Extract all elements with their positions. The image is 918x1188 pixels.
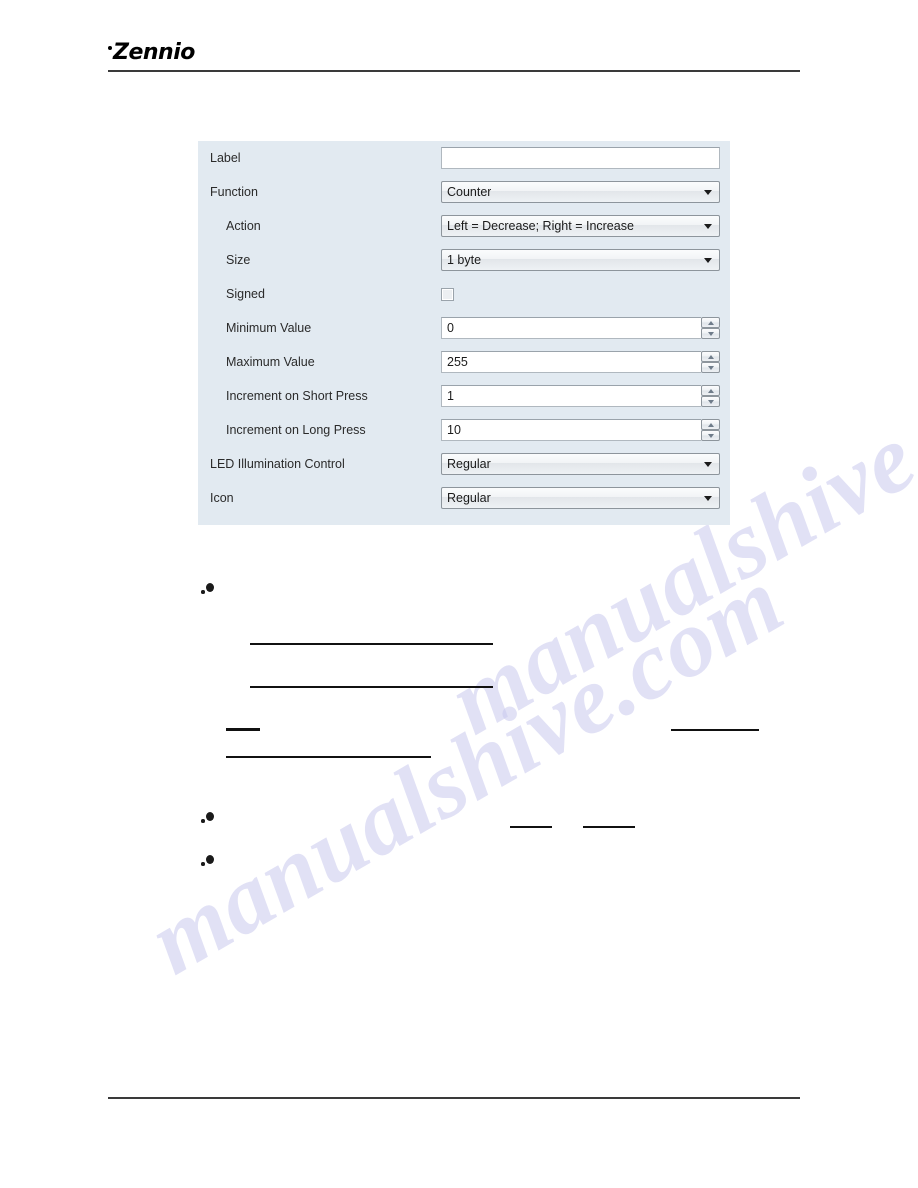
- param-row: Minimum Value: [198, 311, 730, 345]
- bullet-dot-small-icon: [201, 862, 205, 866]
- text-underline-3: [226, 728, 260, 731]
- triangle-down-icon: [707, 331, 714, 336]
- text-underline-7: [583, 826, 635, 828]
- param-label: Function: [210, 185, 258, 199]
- combo-value: 1 byte: [447, 253, 482, 267]
- param-row: LED Illumination Control Regular: [198, 447, 730, 481]
- combo-value: Regular: [447, 491, 491, 505]
- param-label: Increment on Long Press: [226, 423, 366, 437]
- param-row: Label: [198, 141, 730, 175]
- param-row: Signed: [198, 277, 730, 311]
- spinner-up-button[interactable]: [701, 351, 720, 362]
- combo-box[interactable]: 1 byte: [441, 249, 720, 271]
- triangle-up-icon: [707, 320, 714, 325]
- spinner-up-button[interactable]: [701, 419, 720, 430]
- spinner-input[interactable]: [441, 385, 701, 407]
- combo-value: Left = Decrease; Right = Increase: [447, 219, 634, 233]
- text-underline-1: [250, 643, 493, 645]
- footer-divider: [108, 1097, 800, 1099]
- page-header: Zennio: [108, 40, 800, 72]
- combo-box[interactable]: Regular: [441, 453, 720, 475]
- logo-text: Zennio: [113, 40, 195, 65]
- number-spinner[interactable]: [441, 317, 720, 339]
- chevron-down-icon: [704, 496, 712, 501]
- param-label: Label: [210, 151, 241, 165]
- header-divider: [108, 70, 800, 72]
- number-spinner[interactable]: [441, 419, 720, 441]
- param-row: Maximum Value: [198, 345, 730, 379]
- param-label: Action: [226, 219, 261, 233]
- text-underline-2: [250, 686, 493, 688]
- parameter-panel: Label Function Counter Action Left = Decreas…: [198, 141, 730, 525]
- spinner-down-button[interactable]: [701, 362, 720, 373]
- spinner-buttons: [701, 351, 720, 373]
- bullet-dot-icon: [206, 583, 214, 592]
- param-control-area: Regular: [441, 487, 726, 509]
- logo-dot-icon: [108, 46, 112, 50]
- bullet-dot-small-icon: [201, 819, 205, 823]
- param-control-area: [441, 147, 726, 169]
- signed-checkbox[interactable]: [441, 287, 454, 301]
- chevron-down-icon: [704, 462, 712, 467]
- param-label: LED Illumination Control: [210, 457, 345, 471]
- spinner-buttons: [701, 419, 720, 441]
- param-label: Size: [226, 253, 251, 267]
- combo-box[interactable]: Left = Decrease; Right = Increase: [441, 215, 720, 237]
- zennio-logo: Zennio: [108, 40, 195, 66]
- triangle-down-icon: [707, 399, 714, 404]
- label-text-input[interactable]: [441, 147, 720, 169]
- param-control-area: Left = Decrease; Right = Increase: [441, 215, 726, 237]
- param-row: Function Counter: [198, 175, 730, 209]
- triangle-up-icon: [707, 388, 714, 393]
- number-spinner[interactable]: [441, 351, 720, 373]
- spinner-input[interactable]: [441, 317, 701, 339]
- param-control-area: [441, 287, 726, 301]
- text-underline-4: [671, 729, 759, 731]
- spinner-up-button[interactable]: [701, 317, 720, 328]
- spinner-buttons: [701, 385, 720, 407]
- param-label: Increment on Short Press: [226, 389, 368, 403]
- chevron-down-icon: [704, 258, 712, 263]
- param-control-area: 1 byte: [441, 249, 726, 271]
- combo-box[interactable]: Counter: [441, 181, 720, 203]
- bullet-dot-small-icon: [201, 590, 205, 594]
- param-control-area: [441, 317, 726, 339]
- combo-box[interactable]: Regular: [441, 487, 720, 509]
- triangle-down-icon: [707, 433, 714, 438]
- combo-value: Counter: [447, 185, 492, 199]
- spinner-input[interactable]: [441, 351, 701, 373]
- param-label: Signed: [226, 287, 265, 301]
- param-row: Icon Regular: [198, 481, 730, 515]
- param-row: Action Left = Decrease; Right = Increase: [198, 209, 730, 243]
- param-label: Icon: [210, 491, 234, 505]
- chevron-down-icon: [704, 190, 712, 195]
- param-control-area: [441, 385, 726, 407]
- bullet-dot-icon: [206, 855, 214, 864]
- spinner-down-button[interactable]: [701, 328, 720, 339]
- param-control-area: Counter: [441, 181, 726, 203]
- watermark-text-2: manualshive.com: [131, 546, 801, 995]
- spinner-down-button[interactable]: [701, 430, 720, 441]
- combo-value: Regular: [447, 457, 491, 471]
- param-control-area: [441, 419, 726, 441]
- param-row: Increment on Long Press: [198, 413, 730, 447]
- param-row: Increment on Short Press: [198, 379, 730, 413]
- param-control-area: Regular: [441, 453, 726, 475]
- param-label: Maximum Value: [226, 355, 315, 369]
- triangle-up-icon: [707, 354, 714, 359]
- param-label: Minimum Value: [226, 321, 312, 335]
- param-control-area: [441, 351, 726, 373]
- spinner-input[interactable]: [441, 419, 701, 441]
- text-underline-6: [510, 826, 552, 828]
- triangle-up-icon: [707, 422, 714, 427]
- spinner-up-button[interactable]: [701, 385, 720, 396]
- number-spinner[interactable]: [441, 385, 720, 407]
- bullet-dot-icon: [206, 812, 214, 821]
- spinner-down-button[interactable]: [701, 396, 720, 407]
- triangle-down-icon: [707, 365, 714, 370]
- chevron-down-icon: [704, 224, 712, 229]
- spinner-buttons: [701, 317, 720, 339]
- param-row: Size 1 byte: [198, 243, 730, 277]
- text-underline-5: [226, 756, 431, 758]
